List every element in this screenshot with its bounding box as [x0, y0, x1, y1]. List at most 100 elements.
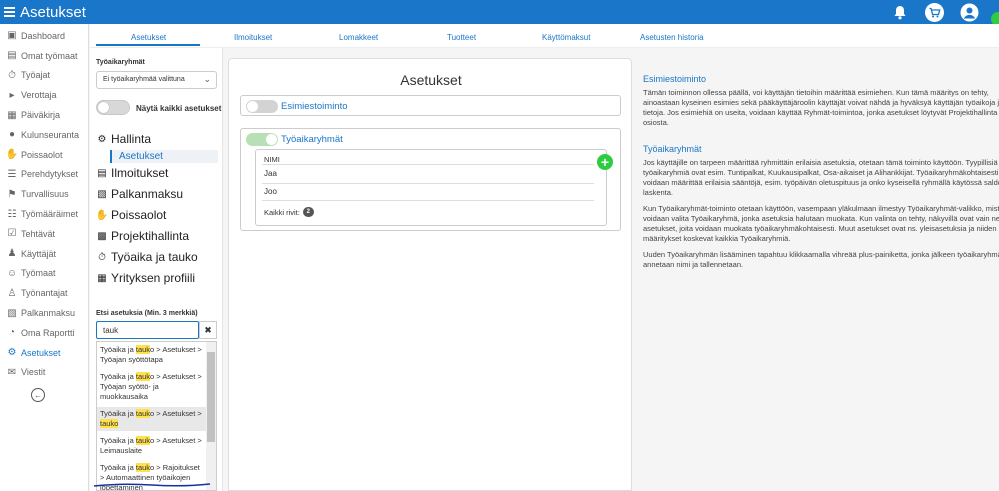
table-footer: Kaikki rivit: 2: [264, 207, 314, 217]
bell-icon[interactable]: [890, 3, 909, 22]
nav-section-label: Yrityksen profiili: [111, 271, 196, 285]
result-highlight: tauk: [135, 409, 151, 418]
nav-section-yrityksen-profiili[interactable]: ▦ Yrityksen profiili: [96, 271, 195, 285]
collapse-sidebar-icon[interactable]: ←: [31, 388, 45, 402]
tab-asetukset[interactable]: Asetukset: [131, 33, 166, 42]
manager-toggle[interactable]: [246, 100, 278, 113]
tab-lomakkeet[interactable]: Lomakkeet: [339, 33, 378, 42]
sidebar-item-viestit[interactable]: ✉ Viestit: [0, 363, 88, 383]
money-icon: ▧: [97, 188, 107, 200]
briefcase-icon: ▩: [97, 230, 107, 242]
settings-tab-bar: Asetukset Ilmoitukset Lomakkeet Tuotteet…: [90, 24, 999, 48]
mail-icon: ✉: [7, 366, 17, 378]
tab-tuotteet[interactable]: Tuotteet: [447, 33, 476, 42]
work-groups-toggle[interactable]: [246, 133, 278, 146]
search-result[interactable]: Työaika ja tauko > Asetukset > tauko: [97, 407, 207, 431]
help-title-groups: Työaikaryhmät: [643, 144, 702, 154]
help-line: Tämän toiminnon ollessa päällä, voi käyt…: [643, 88, 989, 97]
sidebar-item-palkanmaksu[interactable]: ▧ Palkanmaksu: [0, 303, 88, 323]
sidebar-item-paivakirja[interactable]: ▦ Päiväkirja: [0, 105, 88, 125]
show-all-toggle[interactable]: [96, 100, 130, 115]
sidebar-item-label: Työmääräimet: [21, 209, 79, 220]
page-title: Asetukset: [20, 3, 86, 21]
employer-icon: ♙: [7, 287, 17, 299]
dashboard-icon: ▣: [7, 30, 17, 42]
help-line: Jos käyttäjille on tarpeen määrittää ryh…: [643, 158, 998, 167]
search-result[interactable]: Työaika ja tauko > Asetukset > Leimausla…: [97, 434, 207, 458]
result-highlight: tauko: [100, 419, 119, 428]
sidebar-item-label: Kulunseuranta: [21, 129, 80, 140]
money-icon: ▧: [7, 307, 17, 319]
tab-kayttomaksut[interactable]: Käyttömaksut: [542, 33, 590, 42]
help-text-groups: Jos käyttäjille on tarpeen määrittää ryh…: [643, 158, 999, 198]
tab-ilmoitukset[interactable]: Ilmoitukset: [234, 33, 272, 42]
help-line: määritykset koskevat kaikkia Työaikaryhm…: [643, 234, 791, 243]
sidebar-item-tyonantajat[interactable]: ♙ Työnantajat: [0, 283, 88, 303]
column-header-name: NIMI: [264, 155, 280, 164]
help-line: tietoja. Jos esimiehiä on useita, voidaa…: [643, 108, 998, 117]
help-panel: Esimiestoiminto Tämän toiminnon ollessa …: [643, 74, 999, 276]
sidebar-item-label: Päiväkirja: [21, 110, 61, 121]
nav-section-poissaolot[interactable]: ✋ Poissaolot: [96, 208, 167, 222]
result-text: Työaika ja: [100, 345, 136, 354]
clear-search-icon[interactable]: ✖: [199, 321, 217, 339]
help-title-manager: Esimiestoiminto: [643, 74, 707, 84]
nav-section-tyoaika-ja-tauko[interactable]: ⏱ Työaika ja tauko: [96, 250, 198, 264]
nav-sub-asetukset[interactable]: Asetukset: [110, 150, 218, 163]
search-result[interactable]: Työaika ja tauko > Asetukset > Työajan s…: [97, 370, 207, 404]
sidebar-item-poissaolot[interactable]: ✋ Poissaolot: [0, 145, 88, 165]
add-group-button[interactable]: +: [597, 154, 613, 170]
sidebar-item-asetukset[interactable]: ⚙ Asetukset: [0, 343, 88, 363]
manager-section-title[interactable]: Esimiestoiminto: [281, 101, 348, 112]
sidebar-item-dashboard[interactable]: ▣ Dashboard: [0, 26, 88, 46]
sidebar-item-verottaja[interactable]: ▸ Verottaja: [0, 85, 88, 105]
search-result[interactable]: Työaika ja tauko > Asetukset > Työajan s…: [97, 343, 207, 367]
nav-section-hallinta[interactable]: ⚙ Hallinta: [96, 132, 152, 146]
result-text: muokkausaika: [100, 392, 148, 401]
help-text-groups-2: Kun Työaikaryhmät-toiminto otetaan käytt…: [643, 204, 999, 244]
help-text-groups-3: Uuden Työaikaryhmän lisääminen tapahtuu …: [643, 250, 999, 270]
sidebar-item-kayttajat[interactable]: ♟ Käyttäjät: [0, 244, 88, 264]
sidebar-item-tyoajat[interactable]: ⏱ Työajat: [0, 66, 88, 86]
tab-asetusten-historia[interactable]: Asetusten historia: [640, 33, 704, 42]
nav-section-ilmoitukset[interactable]: ▤ Ilmoitukset: [96, 166, 168, 180]
result-text: Työajan syöttötapa: [100, 355, 163, 364]
sidebar-item-label: Palkanmaksu: [21, 308, 76, 319]
result-text: o > Rajoitukset: [150, 463, 200, 472]
gear-icon: ⚙: [97, 133, 107, 145]
settings-search-input[interactable]: tauk: [96, 321, 199, 339]
sidebar-item-tyomaat[interactable]: ☺ Työmaat: [0, 264, 88, 284]
stopwatch-icon: ⏱: [8, 69, 16, 81]
results-scrollbar[interactable]: [206, 342, 216, 490]
result-highlight: tauk: [135, 463, 151, 472]
result-text: o > Asetukset >: [150, 409, 202, 418]
help-line: Kun Työaikaryhmät-toiminto otetaan käytt…: [643, 204, 999, 213]
sidebar-item-label: Työmaat: [21, 268, 56, 279]
cart-icon[interactable]: [925, 2, 944, 22]
sidebar-item-kulunseuranta[interactable]: ● Kulunseuranta: [0, 125, 88, 145]
account-icon[interactable]: [960, 3, 979, 22]
table-row[interactable]: Jaa: [264, 169, 277, 178]
nav-section-projektihallinta[interactable]: ▩ Projektihallinta: [96, 229, 189, 243]
group-select-label: Työaikaryhmät: [96, 59, 145, 66]
sidebar-item-omat-tyomaat[interactable]: ▤ Omat työmaat: [0, 46, 88, 66]
nav-section-palkanmaksu[interactable]: ▧ Palkanmaksu: [96, 187, 183, 201]
work-groups-section-title[interactable]: Työaikaryhmät: [281, 134, 343, 145]
sidebar-item-perehdytykset[interactable]: ☰ Perehdytykset: [0, 165, 88, 185]
sidebar-item-label: Oma Raportti: [21, 327, 75, 338]
nav-section-label: Hallinta: [111, 132, 152, 146]
nav-section-label: Poissaolot: [111, 208, 167, 222]
menu-icon[interactable]: [0, 0, 18, 24]
result-text: Työaika ja: [100, 372, 136, 381]
megaphone-icon: ▸: [9, 89, 15, 101]
sidebar-item-oma-raportti[interactable]: ◔ Oma Raportti: [0, 323, 88, 343]
sidebar-item-turvallisuus[interactable]: ⚑ Turvallisuus: [0, 184, 88, 204]
sidebar-item-label: Perehdytykset: [21, 169, 79, 180]
sidebar-item-tehtavat[interactable]: ☑ Tehtävät: [0, 224, 88, 244]
table-row[interactable]: Joo: [264, 187, 277, 196]
group-select[interactable]: Ei työaikaryhmää valittuna ⌄: [96, 71, 217, 89]
sidebar-item-label: Asetukset: [21, 347, 61, 358]
worksites-icon: ▤: [7, 50, 17, 62]
sidebar-item-tyomaaraimet[interactable]: ☷ Työmääräimet: [0, 204, 88, 224]
result-text: Työaika ja: [100, 409, 136, 418]
